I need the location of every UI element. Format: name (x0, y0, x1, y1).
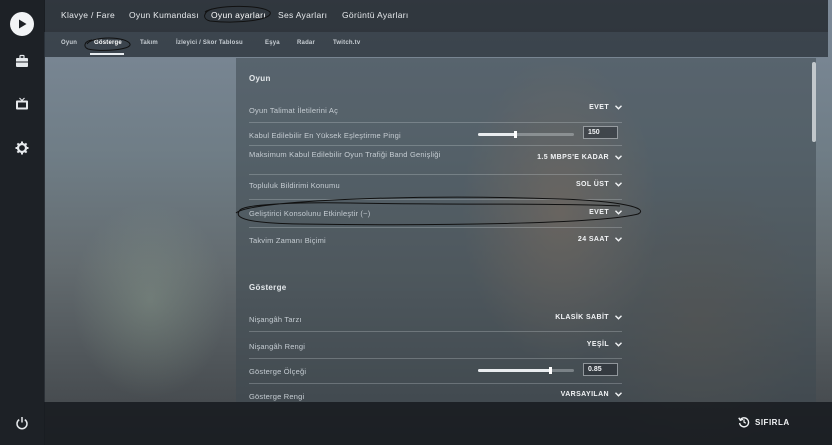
setting-value: KLASİK SABİT (555, 314, 609, 321)
row-divider (249, 358, 622, 359)
row-divider (249, 331, 622, 332)
tab-keyboard-mouse[interactable]: Klavye / Fare (61, 10, 115, 20)
bottom-bar (44, 402, 832, 445)
chevron-down-icon (615, 105, 622, 110)
power-icon[interactable] (0, 416, 44, 430)
setting-dropdown[interactable]: EVET (589, 209, 622, 216)
settings-scrollbar[interactable] (812, 62, 816, 142)
row-divider (249, 383, 622, 384)
setting-label: Oyun Talimat İletilerini Aç (249, 106, 339, 115)
left-sidebar (0, 0, 45, 445)
tab-video-settings[interactable]: Görüntü Ayarları (342, 10, 409, 20)
chevron-down-icon (615, 182, 622, 187)
hud-scale-slider[interactable] (478, 367, 574, 374)
slider-fill (478, 369, 550, 372)
slider-handle[interactable] (549, 367, 552, 374)
chevron-down-icon (615, 392, 622, 397)
subtab-game[interactable]: Oyun (61, 40, 77, 46)
setting-dropdown[interactable]: 24 SAAT (578, 236, 622, 243)
reset-icon (738, 417, 750, 428)
settings-panel: Oyun Oyun Talimat İletilerini Aç EVET Ka… (236, 58, 816, 402)
setting-dropdown[interactable]: EVET (589, 104, 622, 111)
slider-fill (478, 133, 516, 136)
tab-game-settings[interactable]: Oyun ayarları (211, 10, 266, 20)
setting-dropdown[interactable]: KLASİK SABİT (555, 314, 622, 321)
slider-handle[interactable] (514, 131, 518, 138)
play-icon (10, 12, 34, 36)
row-divider (249, 145, 622, 146)
row-divider (249, 122, 622, 123)
setting-label: Gösterge Ölçeği (249, 367, 307, 376)
subtab-spectator-scoreboard[interactable]: İzleyici / Skor Tablosu (176, 40, 243, 46)
setting-label: Geliştirici Konsolunu Etkinleştir (~) (249, 209, 371, 218)
chevron-down-icon (615, 237, 622, 242)
setting-value: VARSAYILAN (560, 391, 609, 398)
setting-label: Maksimum Kabul Edilebilir Oyun Trafiği B… (249, 150, 441, 159)
setting-dropdown[interactable]: VARSAYILAN (561, 391, 622, 398)
setting-dropdown[interactable]: 1.5 MBPS'E KADAR (537, 154, 622, 161)
chevron-down-icon (615, 315, 622, 320)
tab-audio-settings[interactable]: Ses Ayarları (278, 10, 327, 20)
ping-slider[interactable] (478, 131, 574, 138)
section-title-game: Oyun (249, 74, 271, 83)
sub-navigation (44, 32, 828, 57)
briefcase-icon[interactable] (0, 54, 44, 68)
setting-dropdown[interactable]: SOL ÜST (576, 181, 622, 188)
row-divider (249, 199, 622, 200)
reset-label: SIFIRLA (755, 417, 790, 427)
setting-value: SOL ÜST (575, 181, 609, 188)
setting-label: Nişangâh Rengi (249, 342, 306, 351)
reset-button[interactable]: SIFIRLA (738, 416, 790, 428)
subtab-radar[interactable]: Radar (297, 40, 315, 46)
setting-value: EVET (589, 104, 609, 111)
setting-value: 24 SAAT (577, 236, 609, 243)
tv-icon[interactable] (0, 97, 44, 111)
subtab-hud[interactable]: Gösterge (94, 40, 122, 46)
section-title-hud: Gösterge (249, 283, 287, 292)
setting-value: YEŞİL (586, 341, 609, 348)
row-divider (249, 227, 622, 228)
play-button[interactable] (0, 12, 44, 36)
setting-label: Takvim Zamanı Biçimi (249, 236, 326, 245)
setting-dropdown[interactable]: YEŞİL (587, 341, 622, 348)
active-subtab-underline (90, 53, 124, 55)
chevron-down-icon (615, 210, 622, 215)
gear-icon[interactable] (0, 141, 44, 155)
ping-value-input[interactable]: 150 (583, 126, 618, 139)
hud-scale-value-input[interactable]: 0.85 (583, 363, 618, 376)
subtab-team[interactable]: Takım (140, 40, 158, 46)
setting-label: Kabul Edilebilir En Yüksek Eşleştirme Pi… (249, 131, 401, 140)
tab-controller[interactable]: Oyun Kumandası (129, 10, 199, 20)
chevron-down-icon (615, 342, 622, 347)
chevron-down-icon (615, 155, 622, 160)
subtab-items[interactable]: Eşya (265, 40, 280, 46)
setting-label: Topluluk Bildirimi Konumu (249, 181, 340, 190)
subtab-twitch[interactable]: Twitch.tv (333, 40, 360, 46)
setting-value: EVET (589, 209, 609, 216)
setting-label: Gösterge Rengi (249, 392, 305, 401)
setting-label: Nişangâh Tarzı (249, 315, 302, 324)
row-divider (249, 174, 622, 175)
setting-value: 1.5 MBPS'E KADAR (537, 154, 609, 161)
